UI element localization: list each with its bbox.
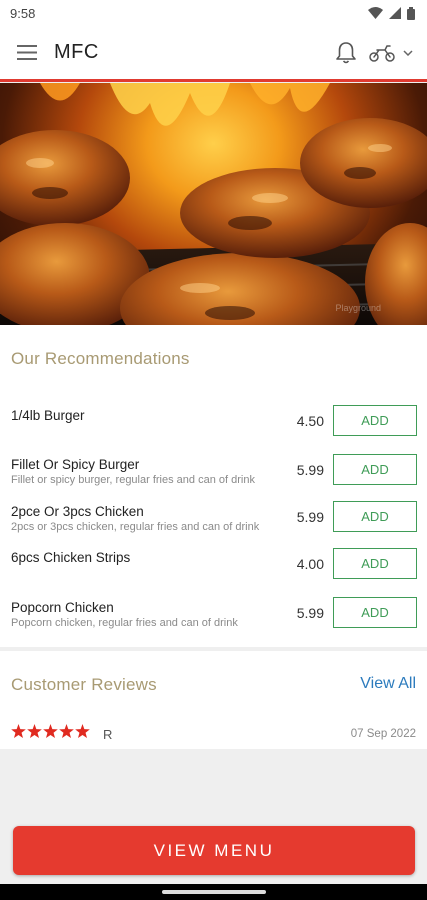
view-all-reviews-link[interactable]: View All [360,675,416,693]
wifi-icon [368,7,383,19]
status-icons [368,6,415,20]
review-date: 07 Sep 2022 [350,728,416,740]
system-nav-bar [0,884,427,900]
signal-icon [389,7,401,19]
scooter-icon [369,44,395,62]
item-description: Fillet or spicy burger, regular fries an… [11,474,255,486]
item-price: 5.99 [296,462,324,478]
add-button[interactable]: ADD [333,454,417,485]
bell-icon [336,41,356,63]
app-title: MFC [54,41,99,63]
item-description: Popcorn chicken, regular fries and can o… [11,617,238,629]
notifications-button[interactable] [335,41,357,65]
menu-item: Fillet Or Spicy Burger Fillet or spicy b… [0,452,427,492]
item-description: 2pcs or 3pcs chicken, regular fries and … [11,521,260,533]
recommendations-title: Our Recommendations [11,349,190,368]
home-handle[interactable] [161,890,266,894]
star-icon [59,724,74,738]
status-bar: 9:58 [0,0,427,26]
item-price: 5.99 [296,509,324,525]
star-icon [27,724,42,738]
add-button[interactable]: ADD [333,405,417,436]
add-button[interactable]: ADD [333,548,417,579]
menu-item: 6pcs Chicken Strips 4.00 ADD [0,546,427,586]
hero-watermark: Playground [335,303,381,313]
menu-button[interactable] [0,25,54,81]
star-icon [43,724,58,738]
item-price: 4.50 [296,413,324,429]
review-rating [11,724,90,738]
reviews-section: Customer Reviews View All R 07 Sep 2022 [0,651,427,749]
recommendations-section: Our Recommendations 1/4lb Burger 4.50 AD… [0,325,427,647]
app-actions [335,41,427,65]
menu-item: 1/4lb Burger 4.50 ADD [0,403,427,443]
star-icon [11,724,26,738]
item-price: 5.99 [296,605,324,621]
reviewer-name: R [103,727,113,742]
menu-item: 2pce Or 3pcs Chicken 2pcs or 3pcs chicke… [0,499,427,539]
item-name: 6pcs Chicken Strips [11,550,131,565]
status-time: 9:58 [10,5,36,21]
menu-item: Popcorn Chicken Popcorn chicken, regular… [0,595,427,635]
chevron-down-icon [403,49,413,56]
item-name: 1/4lb Burger [11,408,85,423]
battery-icon [407,6,415,20]
item-name: 2pce Or 3pcs Chicken [11,504,144,519]
menu-icon [17,45,37,60]
reviews-title: Customer Reviews [11,675,157,694]
item-name: Fillet Or Spicy Burger [11,457,140,472]
view-menu-button[interactable]: VIEW MENU [13,826,415,875]
delivery-mode-selector[interactable] [369,43,413,63]
item-name: Popcorn Chicken [11,600,114,615]
hero-image: Playground [0,83,427,325]
app-bar: MFC [0,26,427,82]
item-price: 4.00 [296,556,324,572]
add-button[interactable]: ADD [333,501,417,532]
star-icon [75,724,90,738]
hero-illustration [0,83,427,325]
add-button[interactable]: ADD [333,597,417,628]
